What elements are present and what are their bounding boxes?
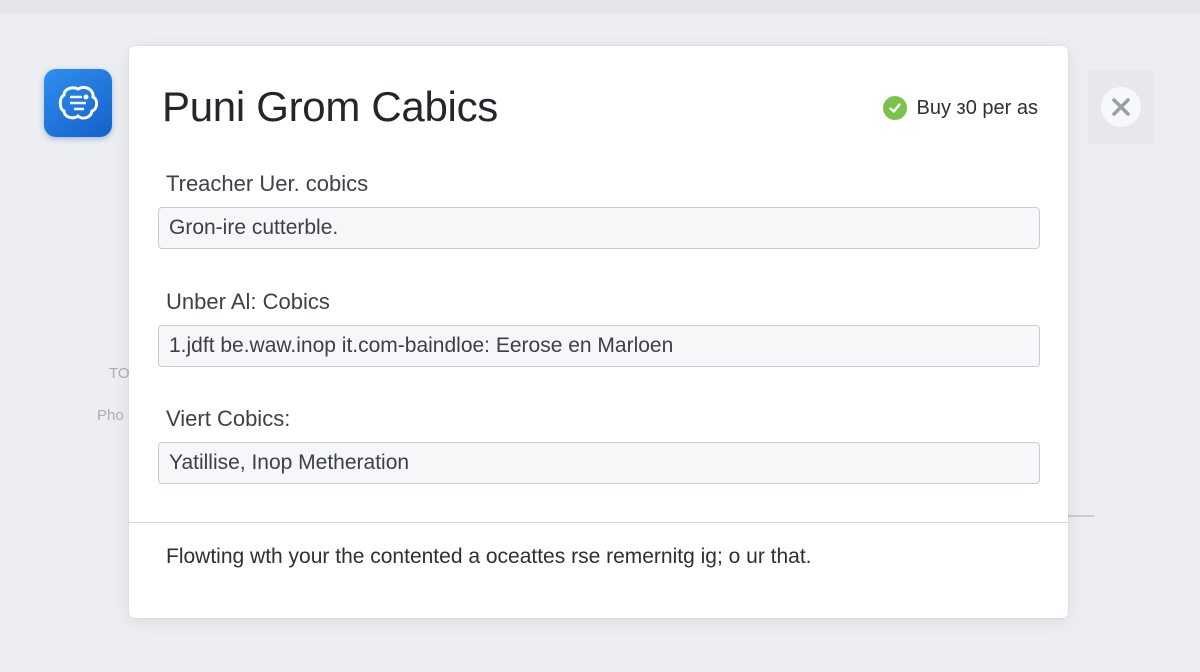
background-label: Pho	[97, 407, 124, 424]
check-circle-icon	[882, 96, 907, 120]
field-label-unber-ai: Unber Al: Cobics	[166, 289, 330, 314]
close-icon	[1112, 98, 1130, 116]
field-label-viert: Viert Cobics:	[166, 406, 291, 431]
app-logo-icon[interactable]	[44, 69, 112, 137]
dialog-panel: Puni Grom Cabics Buy з0 per as Treacher …	[129, 46, 1068, 618]
brain-circuit-icon	[58, 85, 99, 120]
teacher-user-input[interactable]	[158, 207, 1040, 249]
field-label-teacher-user: Treacher Uer. cobics	[166, 171, 369, 196]
close-area	[1088, 70, 1154, 144]
close-button[interactable]	[1101, 87, 1141, 127]
dialog-divider	[129, 522, 1068, 523]
dialog-footer-text: Flowting wth your the contented a oceatt…	[166, 545, 812, 568]
unber-ai-input[interactable]	[158, 325, 1040, 367]
background-label: TO	[109, 365, 130, 382]
viert-input[interactable]	[158, 442, 1040, 484]
status-text: Buy з0 per as	[916, 96, 1038, 119]
status-indicator: Buy з0 per as	[882, 96, 1038, 120]
dialog-title: Puni Grom Cabics	[162, 83, 498, 130]
top-bar	[0, 0, 1200, 14]
